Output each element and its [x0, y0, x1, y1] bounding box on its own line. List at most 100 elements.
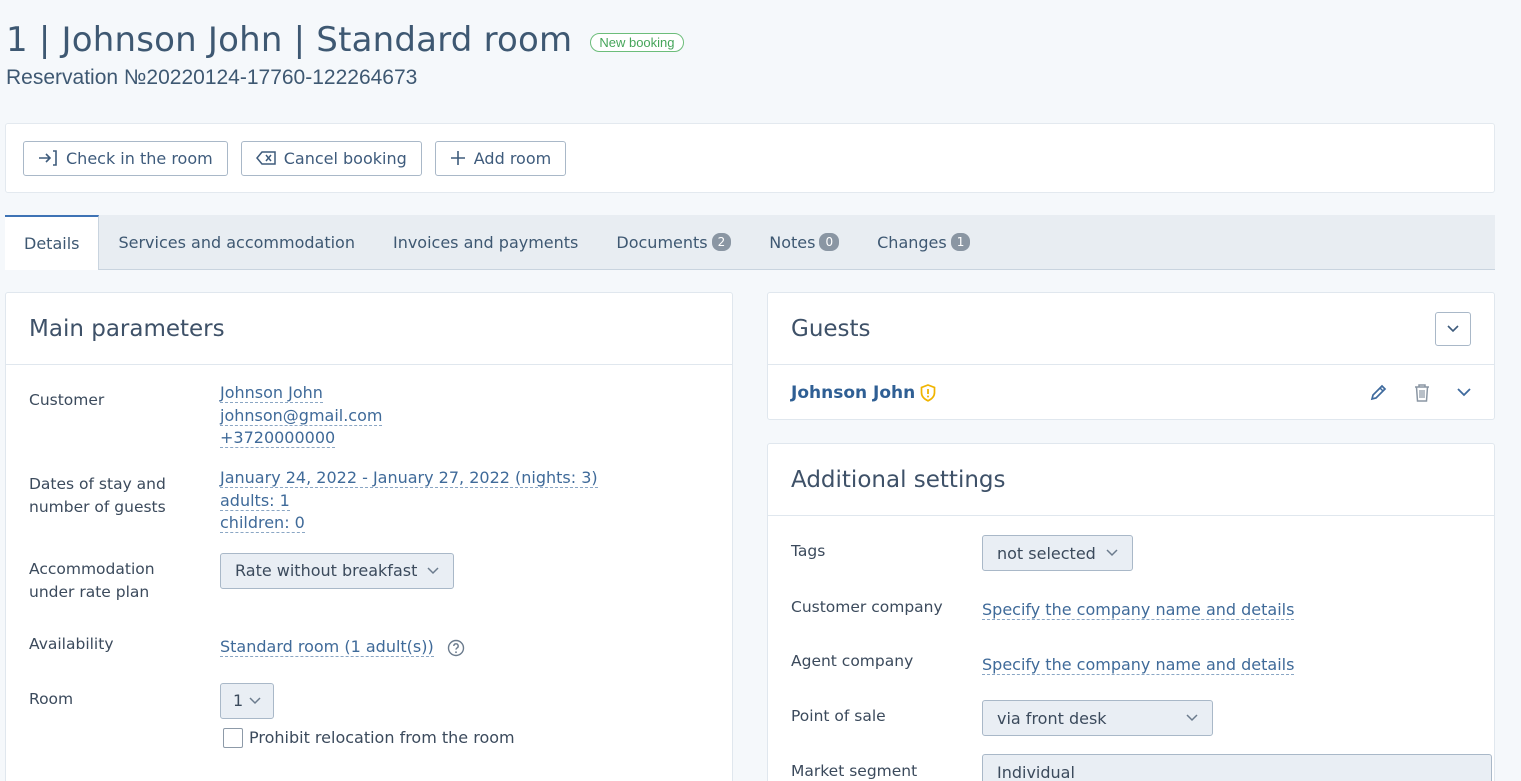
point-of-sale-value: via front desk — [982, 700, 1213, 736]
customer-label: Customer — [29, 391, 105, 409]
trash-icon — [1415, 383, 1429, 402]
tab-bar: Details Services and accommodation Invoi… — [5, 215, 1495, 270]
tab-notes[interactable]: Notes 0 — [750, 215, 858, 269]
agent-company-link[interactable]: Specify the company name and details — [982, 655, 1295, 675]
tab-details[interactable]: Details — [5, 215, 100, 270]
expand-guest-button[interactable] — [1457, 388, 1471, 397]
customer-email-link[interactable]: johnson@gmail.com — [220, 406, 383, 426]
tags-label: Tags — [791, 542, 826, 560]
tab-changes[interactable]: Changes 1 — [858, 215, 989, 269]
reservation-number: Reservation №20220124-17760-122264673 — [6, 66, 418, 89]
pencil-icon — [1370, 384, 1387, 400]
availability-link[interactable]: Standard room (1 adult(s)) — [220, 637, 434, 657]
point-of-sale-select[interactable]: via front desk — [982, 700, 1213, 736]
market-segment-value: Individual — [982, 754, 1492, 781]
chevron-down-icon — [427, 567, 439, 575]
guests-header: Guests — [768, 293, 1494, 365]
market-segment-select[interactable]: Individual — [982, 754, 1492, 781]
plus-icon — [450, 151, 465, 165]
guests-card: Guests Johnson John — [767, 292, 1495, 420]
customer-phone-link[interactable]: +3720000000 — [220, 428, 336, 448]
rate-plan-select-label: Rate without breakfast — [235, 560, 418, 580]
main-parameters-title: Main parameters — [29, 315, 225, 342]
rate-plan-value: Rate without breakfast — [220, 553, 455, 589]
customer-company-label: Customer company — [791, 598, 943, 616]
cancel-booking-label: Cancel booking — [283, 148, 407, 168]
guest-row: Johnson John — [768, 365, 1494, 420]
dates-label: Dates of stay and number of guests — [29, 473, 166, 519]
chevron-down-icon — [1447, 324, 1459, 332]
rate-label-line2: under rate plan — [29, 583, 150, 601]
tab-details-label: Details — [24, 234, 80, 253]
tab-services[interactable]: Services and accommodation — [99, 215, 374, 269]
customer-company-link[interactable]: Specify the company name and details — [982, 600, 1295, 620]
tags-select-label: not selected — [997, 543, 1096, 563]
prohibit-relocation-label: Prohibit relocation from the room — [249, 728, 515, 747]
market-segment-label: Market segment — [791, 762, 918, 780]
room-select-label: 1 — [233, 690, 244, 710]
tab-changes-label: Changes — [877, 232, 947, 252]
add-room-button[interactable]: Add room — [434, 140, 567, 176]
check-in-button[interactable]: Check in the room — [23, 140, 228, 176]
tags-select[interactable]: not selected — [982, 535, 1133, 571]
tab-notes-label: Notes — [769, 232, 816, 252]
tab-invoices[interactable]: Invoices and payments — [374, 215, 597, 269]
add-room-label: Add room — [473, 148, 552, 168]
adults-link[interactable]: adults: 1 — [220, 491, 290, 511]
room-select[interactable]: 1 — [220, 683, 275, 719]
sign-in-icon — [39, 150, 57, 166]
prohibit-relocation-checkbox[interactable] — [223, 728, 243, 749]
additional-settings-title: Additional settings — [791, 466, 1006, 493]
customer-name-link[interactable]: Johnson John — [220, 383, 323, 403]
cancel-booking-button[interactable]: Cancel booking — [240, 140, 422, 176]
changes-count-badge: 1 — [950, 233, 971, 251]
room-label: Room — [29, 690, 74, 708]
rate-plan-select[interactable]: Rate without breakfast — [220, 553, 455, 589]
warning-shield-icon — [920, 383, 936, 402]
agent-company-value: Specify the company name and details — [982, 655, 1295, 675]
prohibit-relocation-row: Prohibit relocation from the room — [223, 727, 515, 750]
chevron-down-icon — [1186, 714, 1198, 722]
help-icon[interactable] — [447, 639, 465, 657]
action-toolbar: Check in the room Cancel booking Add roo… — [5, 123, 1495, 193]
tab-documents-label: Documents — [616, 232, 708, 252]
market-segment-select-label: Individual — [997, 762, 1075, 781]
page-header: 1 | Johnson John | Standard room New boo… — [6, 20, 684, 90]
main-parameters-header: Main parameters — [6, 293, 732, 365]
availability-label: Availability — [29, 635, 114, 653]
customer-values: Johnson John johnson@gmail.com +37200000… — [220, 382, 383, 450]
edit-guest-button[interactable] — [1369, 384, 1387, 402]
agent-company-label: Agent company — [791, 652, 914, 670]
dates-link[interactable]: January 24, 2022 - January 27, 2022 (nig… — [220, 468, 598, 488]
delete-guest-button[interactable] — [1413, 383, 1431, 403]
check-in-label: Check in the room — [66, 148, 213, 168]
point-of-sale-select-label: via front desk — [997, 708, 1107, 728]
customer-company-value: Specify the company name and details — [982, 600, 1295, 620]
guest-name: Johnson John — [791, 382, 916, 403]
backspace-icon — [255, 151, 276, 165]
page-title: 1 | Johnson John | Standard room — [6, 20, 573, 60]
rate-label-line1: Accommodation — [29, 560, 155, 578]
status-badge: New booking — [590, 32, 684, 52]
dates-label-line1: Dates of stay and — [29, 475, 166, 493]
chevron-down-icon — [1457, 388, 1471, 397]
point-of-sale-label: Point of sale — [791, 707, 886, 725]
chevron-down-icon — [1106, 549, 1118, 557]
documents-count-badge: 2 — [711, 233, 732, 251]
guest-name-link[interactable]: Johnson John — [791, 383, 938, 403]
guests-collapse-button[interactable] — [1435, 311, 1471, 346]
tags-value: not selected — [982, 535, 1133, 571]
dates-label-line2: number of guests — [29, 498, 166, 516]
rate-plan-label: Accommodation under rate plan — [29, 558, 155, 604]
main-parameters-card: Main parameters Customer Johnson John jo… — [5, 292, 733, 781]
tab-invoices-label: Invoices and payments — [392, 232, 579, 252]
children-link[interactable]: children: 0 — [220, 513, 305, 533]
additional-settings-header: Additional settings — [768, 444, 1494, 516]
chevron-down-icon — [249, 697, 261, 705]
dates-values: January 24, 2022 - January 27, 2022 (nig… — [220, 467, 598, 535]
additional-settings-card: Additional settings Tags not selected Cu… — [767, 443, 1495, 781]
room-values: 1 Prohibit relocation from the room — [220, 683, 515, 750]
tab-documents[interactable]: Documents 2 — [597, 215, 750, 269]
tab-services-label: Services and accommodation — [118, 232, 355, 252]
notes-count-badge: 0 — [819, 233, 840, 251]
